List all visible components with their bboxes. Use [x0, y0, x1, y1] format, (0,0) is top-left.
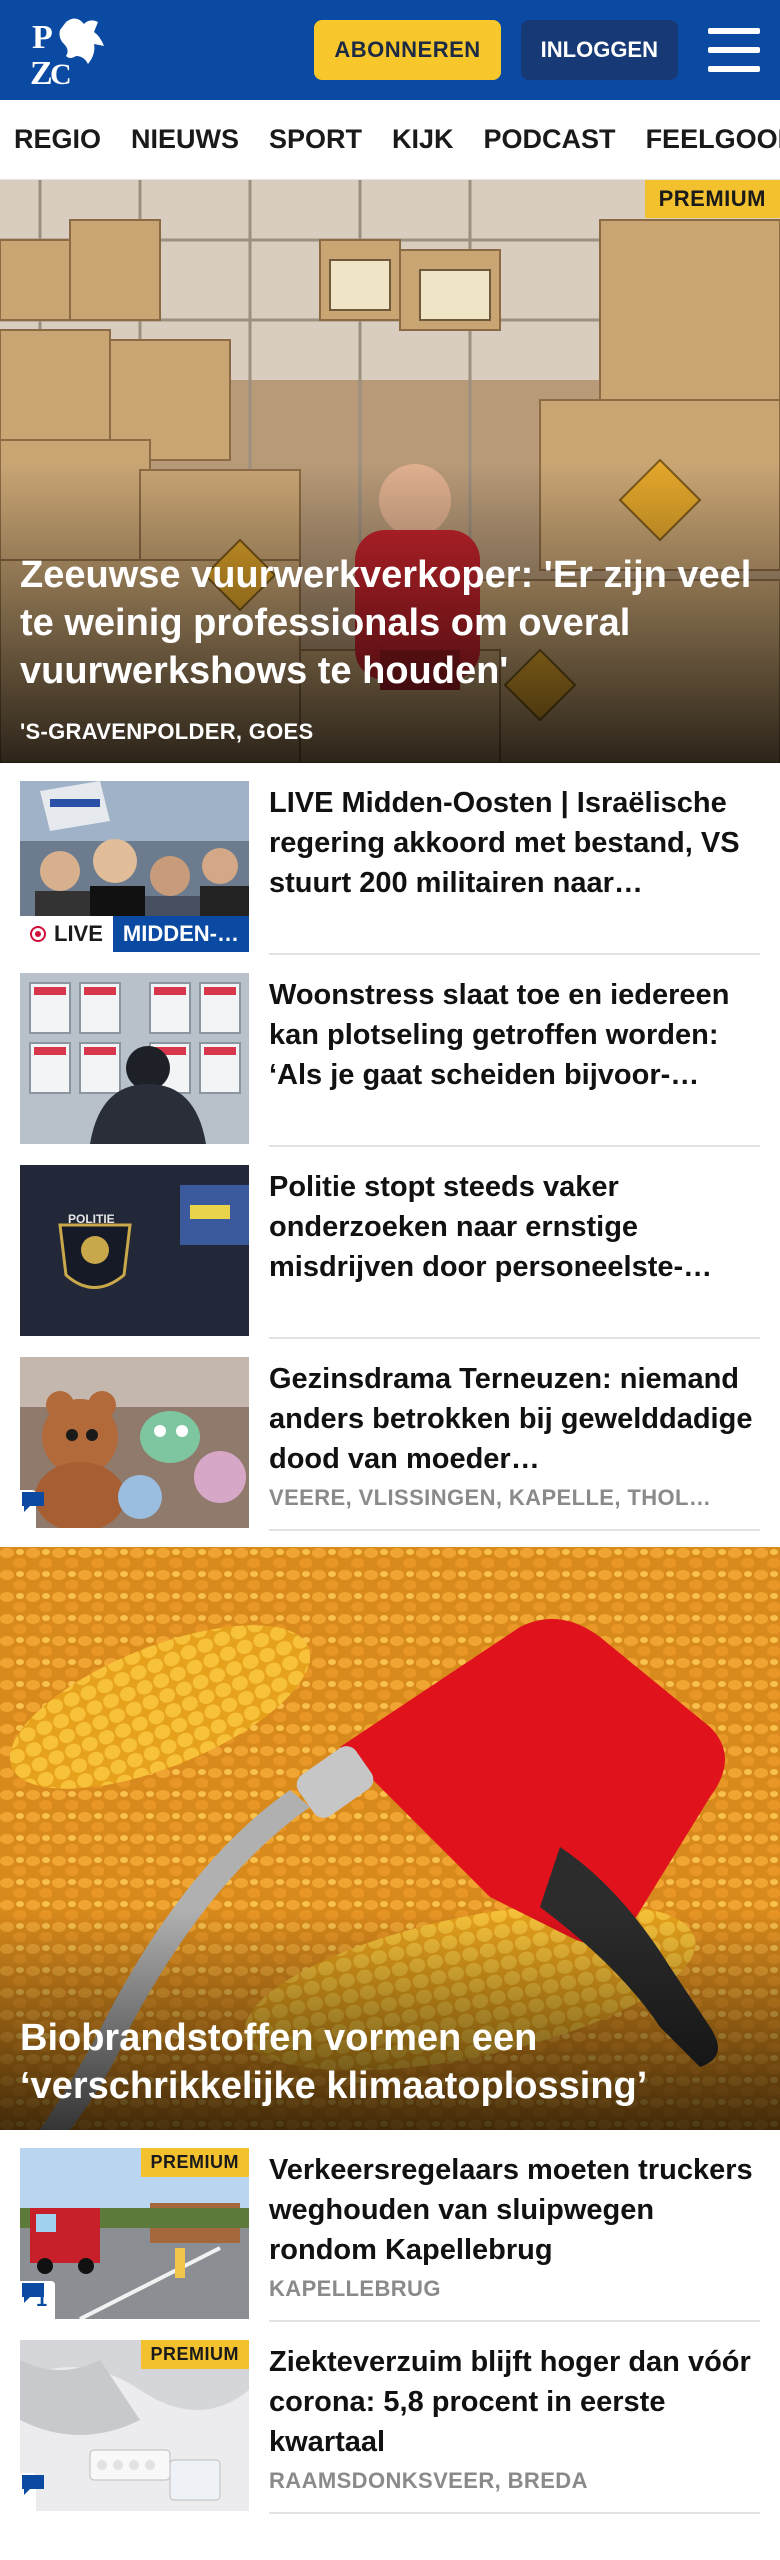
list-item[interactable]: PREMIUM Ziekteverzuim blijft hoger dan v…: [0, 2322, 780, 2514]
article-thumbnail: [20, 1357, 249, 1528]
menu-icon[interactable]: [708, 28, 760, 72]
menu-icon-bar: [708, 47, 760, 53]
comment-icon: [22, 2283, 44, 2303]
nav-item-kijk[interactable]: KIJK: [392, 124, 454, 155]
list-item[interactable]: POLITIE Politie stopt steeds vaker onder…: [0, 1147, 780, 1339]
hero-location: 'S-GRAVENPOLDER, GOES: [20, 719, 314, 744]
nav-item-regio[interactable]: REGIO: [14, 124, 101, 155]
topic-tag: MIDDEN-…: [112, 916, 249, 952]
svg-text:POLITIE: POLITIE: [68, 1212, 115, 1226]
article-location: RAAMSDONKSVEER, BREDA: [269, 2468, 588, 2493]
list-item-text: Gezinsdrama Terneuzen: niemand anders be…: [269, 1357, 760, 1531]
article-thumbnail: [20, 973, 249, 1144]
menu-icon-bar: [708, 66, 760, 72]
live-bar: LIVE MIDDEN-…: [20, 916, 249, 952]
login-button[interactable]: INLOGGEN: [520, 20, 678, 80]
nav-item-podcast[interactable]: PODCAST: [484, 124, 616, 155]
list-item[interactable]: Gezinsdrama Terneuzen: niemand anders be…: [0, 1339, 780, 1531]
list-item[interactable]: Woonstress slaat toe en iedereen kan plo…: [0, 955, 780, 1147]
live-label: LIVE: [54, 921, 103, 946]
list-item[interactable]: PREMIUM 1 Verkeersregelaars moeten truck…: [0, 2130, 780, 2322]
pzc-logo[interactable]: P Z C: [26, 12, 116, 92]
svg-text:C: C: [50, 58, 72, 88]
comment-icon: [22, 2475, 44, 2495]
nav-item-sport[interactable]: SPORT: [269, 124, 362, 155]
feature-article[interactable]: Biobrandstoffen vormen een ‘verschrikkel…: [0, 1547, 780, 2130]
comment-badge: [20, 2473, 44, 2511]
article-thumbnail: POLITIE: [20, 1165, 249, 1336]
subscribe-button[interactable]: ABONNEREN: [314, 20, 501, 80]
menu-icon-bar: [708, 28, 760, 34]
article-thumbnail: LIVE MIDDEN-…: [20, 781, 249, 952]
feature-title[interactable]: Biobrandstoffen vormen een ‘verschrikkel…: [20, 2014, 760, 2110]
hero-title[interactable]: Zeeuwse vuurwerkverkoper: 'Er zijn veel …: [20, 551, 760, 695]
article-location: VEERE, VLISSINGEN, KAPELLE, THOL…: [269, 1485, 712, 1510]
list-item-text: Verkeersregelaars moeten truckers weghou…: [269, 2148, 760, 2322]
article-thumbnail: PREMIUM 1: [20, 2148, 249, 2319]
live-dot-icon: [30, 926, 46, 942]
comment-icon: [22, 1492, 44, 1512]
hero-article[interactable]: PREMIUM Zeeuwse vuurwerkverkoper: 'Er zi…: [0, 180, 780, 763]
premium-badge: PREMIUM: [140, 2340, 249, 2369]
list-item-text: Politie stopt steeds vaker onderzoeken n…: [269, 1165, 760, 1339]
article-title[interactable]: Politie stopt steeds vaker onderzoeken n…: [269, 1167, 760, 1287]
article-location: KAPELLEBRUG: [269, 2276, 441, 2301]
premium-badge: PREMIUM: [644, 180, 780, 218]
article-title[interactable]: Gezinsdrama Terneuzen: niemand anders be…: [269, 1359, 760, 1479]
article-title[interactable]: LIVE Midden-Oosten | Israëlische regerin…: [269, 783, 760, 903]
article-thumbnail: PREMIUM: [20, 2340, 249, 2511]
nav-item-nieuws[interactable]: NIEUWS: [131, 124, 239, 155]
top-bar: P Z C ABONNEREN INLOGGEN: [0, 0, 780, 100]
list-item-text: Ziekteverzuim blijft hoger dan vóór coro…: [269, 2340, 760, 2514]
premium-badge: PREMIUM: [140, 2148, 249, 2177]
article-title[interactable]: Verkeersregelaars moeten truckers weghou…: [269, 2150, 760, 2270]
list-item-text: LIVE Midden-Oosten | Israëlische regerin…: [269, 781, 760, 955]
live-tag: LIVE: [20, 916, 113, 952]
comment-badge: 1: [20, 2281, 56, 2319]
article-title[interactable]: Ziekteverzuim blijft hoger dan vóór coro…: [269, 2342, 760, 2462]
list-item[interactable]: LIVE MIDDEN-… LIVE Midden-Oosten | Israë…: [0, 763, 780, 955]
comment-badge: [20, 1490, 44, 1528]
section-nav: REGIO NIEUWS SPORT KIJK PODCAST FEELGOOD…: [0, 100, 780, 180]
list-item-text: Woonstress slaat toe en iedereen kan plo…: [269, 973, 760, 1147]
nav-item-feelgood[interactable]: FEELGOOD: [646, 124, 780, 155]
article-title[interactable]: Woonstress slaat toe en iedereen kan plo…: [269, 975, 760, 1095]
svg-text:P: P: [32, 19, 53, 56]
